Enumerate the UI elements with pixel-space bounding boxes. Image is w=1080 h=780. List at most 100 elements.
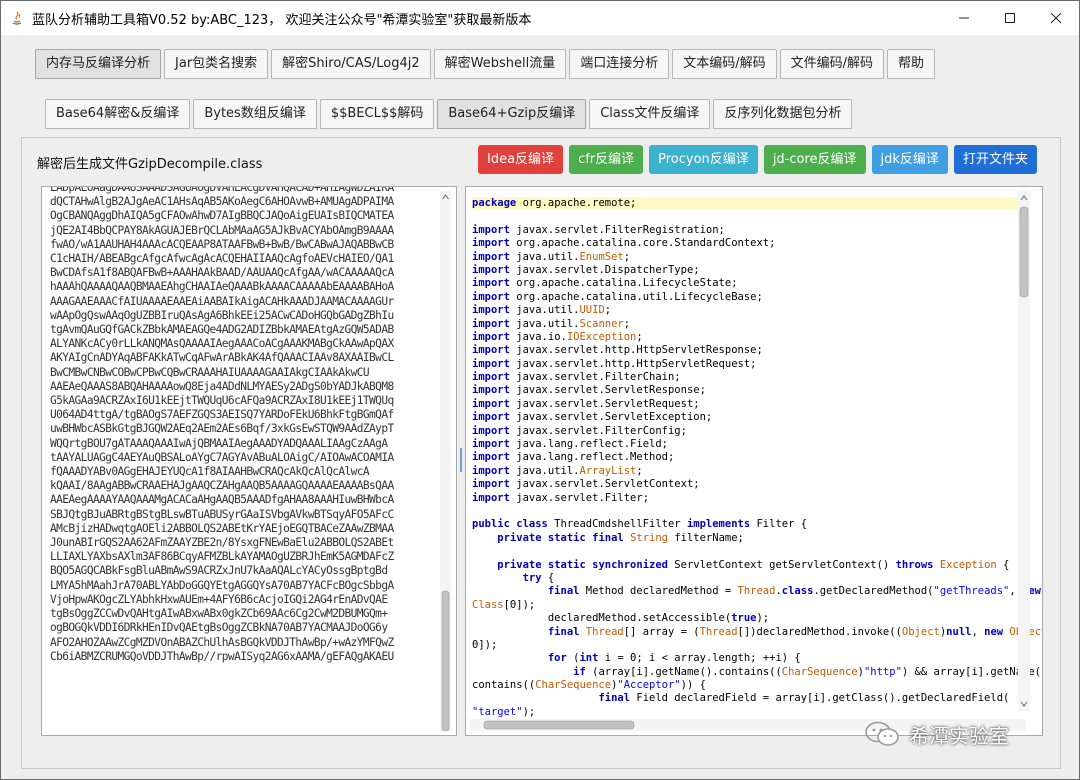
main-tab-1[interactable]: Jar包类名搜索 bbox=[164, 49, 269, 79]
base64-line: tgBsOggZCCwDvQAHtgAIwABxwABx0gkZCb69AAc6… bbox=[50, 607, 388, 621]
decompile-button-0[interactable]: Idea反编译 bbox=[478, 145, 564, 174]
base64-line: fQAAADYABv0AGgEHAJEYUQcA1f8AIAAHBwCRAQcA… bbox=[50, 465, 370, 479]
code-line: "target"); bbox=[472, 706, 1020, 719]
code-token: null bbox=[946, 625, 972, 638]
split-pane-divider[interactable] bbox=[458, 186, 464, 734]
base64-line: AFO2AHOZAAwZCgMZDVOnABAZChUlhAsBGQkVDDJT… bbox=[50, 635, 394, 649]
main-tab-3[interactable]: 解密Webshell流量 bbox=[433, 49, 567, 79]
maximize-button[interactable] bbox=[987, 1, 1033, 35]
code-token: final bbox=[547, 585, 580, 598]
code-token: Thread bbox=[699, 625, 738, 638]
sub-tab-0[interactable]: Base64解密&反编译 bbox=[45, 99, 191, 129]
code-line: public class ThreadCmdshellFilter implem… bbox=[472, 518, 1020, 531]
code-token: import bbox=[472, 250, 510, 263]
main-tab-4[interactable]: 端口连接分析 bbox=[569, 49, 670, 79]
base64-line: wAApOgQswAAqOgUZBBIruQAsAgA6BhkEEi25ACwC… bbox=[50, 308, 394, 322]
decompile-button-3[interactable]: jd-core反编译 bbox=[763, 145, 866, 174]
code-line: final Method declaredMethod = Thread.cla… bbox=[472, 585, 1041, 598]
code-token: "getThreads" bbox=[933, 585, 1010, 598]
decompile-button-2[interactable]: Procyon反编译 bbox=[649, 145, 758, 174]
main-tab-0[interactable]: 内存马反编译分析 bbox=[35, 49, 162, 79]
base64-text[interactable]: LADpAEOAagDAAUSAAADSAGUAOgDVAHEACgDVAHQA… bbox=[50, 187, 434, 664]
close-button[interactable] bbox=[1033, 1, 1079, 35]
code-token: if bbox=[573, 665, 586, 678]
decompiled-code[interactable]: package org.apache.remote; import javax.s… bbox=[472, 197, 1042, 733]
sub-tab-3[interactable]: Base64+Gzip反编译 bbox=[437, 99, 587, 129]
right-scrollbar[interactable] bbox=[1018, 191, 1030, 711]
base64-line: ogBOGQkVDDI6DRkHEnIDvQAEtgBsOggZCBkNA70A… bbox=[50, 621, 388, 635]
sub-tab-4[interactable]: Class文件反编译 bbox=[589, 99, 711, 129]
main-tab-7[interactable]: 帮助 bbox=[887, 49, 936, 79]
sub-tab-1[interactable]: Bytes数组反编译 bbox=[193, 99, 317, 129]
code-token: import bbox=[472, 344, 510, 357]
code-token: IOException bbox=[566, 330, 637, 343]
base64-line: SBJQtgBJuABRtgBStgBLswBTuABUSyrGAaISVbgA… bbox=[50, 507, 394, 521]
code-token: java.util. bbox=[509, 317, 580, 330]
code-token: Scanner bbox=[579, 317, 624, 330]
main-tab-6[interactable]: 文件编码/解码 bbox=[779, 49, 885, 79]
code-token: try bbox=[522, 571, 542, 584]
code-token: )) { bbox=[680, 679, 706, 692]
sub-tab-bar: Base64解密&反编译 Bytes数组反编译 $$BECL$$解码 Base64+G… bbox=[45, 99, 853, 129]
code-token: "Acceptor" bbox=[617, 679, 681, 692]
main-tab-bar: 内存马反编译分析 Jar包类名搜索 解密Shiro/CAS/Log4j2 解密Webs… bbox=[35, 49, 936, 79]
code-token: javax.servlet.ServletException; bbox=[509, 411, 713, 424]
code-token: new bbox=[984, 625, 1004, 638]
main-tab-2[interactable]: 解密Shiro/CAS/Log4j2 bbox=[271, 49, 431, 79]
decompile-button-5[interactable]: 打开文件夹 bbox=[953, 145, 1037, 174]
code-token: CharSequence bbox=[781, 665, 858, 678]
app-window: 蓝队分析辅助工具箱V0.52 by:ABC_123， 欢迎关注公众号"希潭实验室… bbox=[0, 0, 1080, 780]
code-token: java.lang.reflect.Method; bbox=[509, 451, 675, 464]
code-token: [] array = ( bbox=[623, 625, 700, 638]
code-token: { bbox=[996, 558, 1010, 571]
code-token: org.apache.remote; bbox=[516, 197, 637, 209]
minimize-button[interactable] bbox=[941, 1, 987, 35]
base64-line: BwCMBwCNBwCOBwCPBwCQBwCRAAAHAIUAAAAGAAIA… bbox=[50, 365, 370, 379]
code-token: import bbox=[472, 491, 510, 504]
code-token: ThreadCmdshellFilter bbox=[547, 518, 687, 531]
window-title: 蓝队分析辅助工具箱V0.52 by:ABC_123， 欢迎关注公众号"希潭实验室… bbox=[32, 13, 532, 28]
code-token: private static final bbox=[497, 531, 624, 544]
code-token: import bbox=[472, 290, 510, 303]
code-line: import org.apache.catalina.LifecycleStat… bbox=[472, 277, 1020, 290]
maximize-icon bbox=[1005, 13, 1015, 23]
code-token: import bbox=[472, 317, 510, 330]
decompile-button-1[interactable]: cfr反编译 bbox=[569, 145, 644, 174]
code-token: i = 0; i < array.length; ++i) { bbox=[598, 652, 801, 665]
code-line: import java.util.EnumSet; bbox=[472, 251, 1020, 264]
code-token: ; bbox=[636, 464, 643, 477]
code-token: class bbox=[781, 585, 814, 598]
code-token: import bbox=[472, 424, 510, 437]
code-line: import javax.servlet.ServletException; bbox=[472, 411, 1020, 424]
code-line: import javax.servlet.ServletContext; bbox=[472, 478, 1020, 491]
code-line: import java.lang.reflect.Method; bbox=[472, 451, 1020, 464]
code-token: final bbox=[598, 692, 631, 705]
base64-input-area[interactable]: LADpAEOAagDAAUSAAADSAGUAOgDVAHEACgDVAHQA… bbox=[41, 186, 457, 736]
code-line: import javax.servlet.FilterChain; bbox=[472, 371, 1020, 384]
code-line: import org.apache.catalina.util.Lifecycl… bbox=[472, 291, 1020, 304]
main-tab-5[interactable]: 文本编码/解码 bbox=[672, 49, 777, 79]
code-token: javax.servlet.DispatcherType; bbox=[509, 263, 700, 276]
wechat-watermark: 希潭实验室 bbox=[863, 719, 1009, 749]
code-line: 0]); bbox=[472, 639, 1020, 652]
sub-tab-2[interactable]: $$BECL$$解码 bbox=[319, 99, 435, 129]
base64-line: G5kAGAa9ACRZAxI6U1kEEjtTWQUqU6cAFQa9ACRZ… bbox=[50, 394, 394, 408]
decompiled-code-area[interactable]: package org.apache.remote; import javax.s… bbox=[465, 186, 1043, 736]
decompile-button-4[interactable]: jdk反编译 bbox=[871, 145, 948, 174]
code-line: import javax.servlet.ServletResponse; bbox=[472, 384, 1020, 397]
code-token: import bbox=[472, 411, 510, 424]
output-file-label: 解密后生成文件GzipDecompile.class bbox=[37, 157, 263, 172]
base64-line: LLIAXLYAXbsAXlm3AF86BCqyAFMZBLkAYAMAOgUZ… bbox=[50, 550, 394, 564]
code-token: ( bbox=[566, 652, 580, 665]
sub-tab-5[interactable]: 反序列化数据包分析 bbox=[713, 99, 853, 129]
code-token: java.util. bbox=[509, 250, 580, 263]
code-token: Thread bbox=[737, 585, 776, 598]
divider-grip-icon bbox=[460, 448, 462, 472]
left-scrollbar[interactable] bbox=[440, 191, 451, 731]
code-token: import bbox=[472, 371, 510, 384]
code-line: import org.apache.catalina.core.Standard… bbox=[472, 237, 1020, 250]
